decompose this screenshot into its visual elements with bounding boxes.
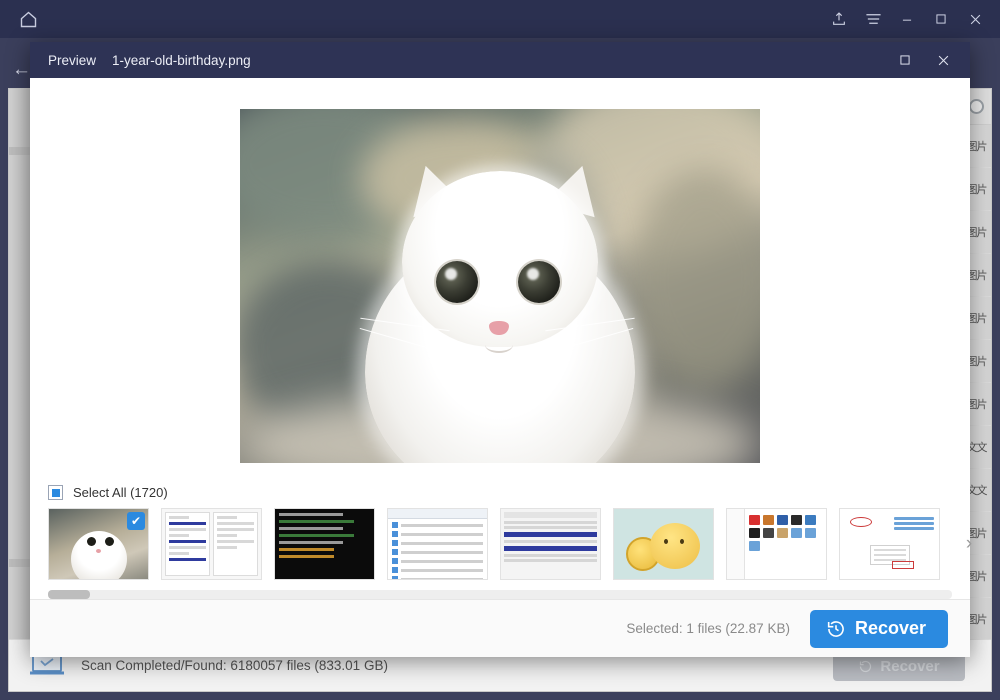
preview-body: Select All (1720) ✔ <box>30 78 970 657</box>
maximize-icon[interactable] <box>924 4 958 34</box>
back-arrow[interactable]: ← <box>12 60 31 79</box>
preview-title: Preview <box>48 53 96 68</box>
select-all-label: Select All (1720) <box>73 485 168 500</box>
image-stage <box>30 78 970 485</box>
preview-footer: Selected: 1 files (22.87 KB) Recover <box>30 599 970 657</box>
thumbnail-mascot-coin[interactable] <box>613 508 714 580</box>
thumbnail-file-explorer[interactable] <box>387 508 488 580</box>
thumbnail-scrollbar[interactable] <box>48 590 952 599</box>
thumbnail-next-arrow[interactable]: › <box>958 528 980 560</box>
app-titlebar <box>0 0 1000 38</box>
circle-icon <box>969 99 984 114</box>
select-all-checkbox[interactable] <box>48 485 63 500</box>
close-icon[interactable] <box>924 42 962 78</box>
thumbnail-check-icon[interactable]: ✔ <box>127 512 145 530</box>
selected-files-text: Selected: 1 files (22.87 KB) <box>626 621 790 636</box>
preview-modal: Preview 1-year-old-birthday.png <box>30 42 970 657</box>
thumbnail-document-panes[interactable] <box>161 508 262 580</box>
preview-image <box>240 109 760 463</box>
restore-clock-icon <box>826 619 846 639</box>
preview-filename: 1-year-old-birthday.png <box>112 53 251 68</box>
close-icon[interactable] <box>958 4 992 34</box>
menu-icon[interactable] <box>856 4 890 34</box>
select-all-row[interactable]: Select All (1720) <box>30 485 970 508</box>
background-recover-label: Recover <box>880 658 939 675</box>
recover-button[interactable]: Recover <box>810 610 948 648</box>
minimize-icon[interactable] <box>890 4 924 34</box>
thumbnail-icon-grid[interactable] <box>726 508 827 580</box>
checkbox-partial-mark <box>52 489 60 497</box>
thumbnail-cat-photo[interactable]: ✔ <box>48 508 149 580</box>
upload-icon[interactable] <box>822 4 856 34</box>
thumbnail-terminal[interactable] <box>274 508 375 580</box>
thumbnail-strip: ✔ <box>30 508 970 580</box>
maximize-icon[interactable] <box>886 42 924 78</box>
thumbnail-flowchart[interactable] <box>839 508 940 580</box>
scrollbar-thumb[interactable] <box>48 590 90 599</box>
preview-titlebar: Preview 1-year-old-birthday.png <box>30 42 970 78</box>
thumbnail-row: ✔ <box>48 508 952 580</box>
home-icon[interactable] <box>16 7 40 31</box>
thumbnail-dialog[interactable] <box>500 508 601 580</box>
scan-status-text: Scan Completed/Found: 6180057 files (833… <box>81 658 388 673</box>
recover-label: Recover <box>855 618 926 639</box>
